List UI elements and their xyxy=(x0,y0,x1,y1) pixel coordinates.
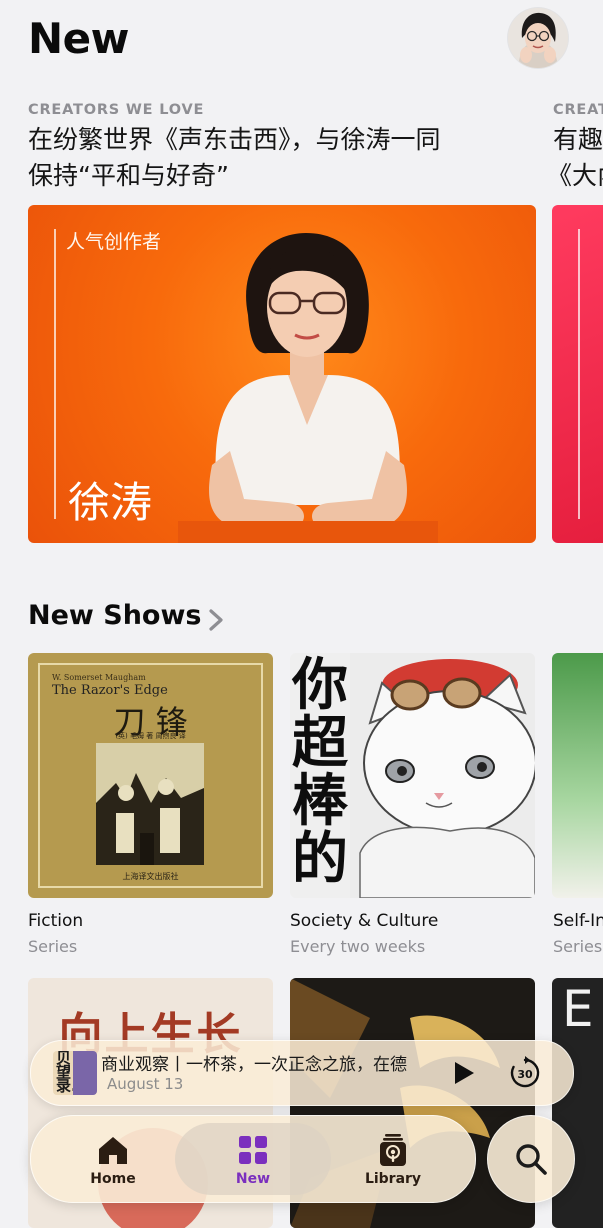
show-subtitle: Series xyxy=(553,937,603,956)
avatar-image xyxy=(508,8,568,68)
tab-label: New xyxy=(235,1171,271,1187)
player-episode-date: August 13 xyxy=(107,1075,184,1093)
section-title[interactable]: New Shows xyxy=(28,600,201,631)
cover-char: 棒 xyxy=(292,769,348,834)
show-title[interactable]: Society & Culture xyxy=(290,911,438,931)
featured-card[interactable]: 人气创作者 徐涛 xyxy=(28,205,536,543)
featured-title-line1[interactable]: 在纷繁世界《声东击西》，与徐涛一同 xyxy=(28,122,543,158)
tab-library[interactable]: Library xyxy=(323,1116,463,1202)
player-episode-title[interactable]: 商业观察丨一杯茶，一次正念之旅，在德 xyxy=(101,1050,457,1075)
show-title[interactable]: Self-In xyxy=(553,911,603,931)
card-tag: 人气创作者 xyxy=(66,231,162,253)
featured-title-2-line2[interactable]: 《大內 xyxy=(547,158,603,194)
show-subtitle: Series xyxy=(28,937,78,956)
player-artwork[interactable]: 贝 望 录. xyxy=(53,1051,97,1095)
tab-home[interactable]: Home xyxy=(43,1116,183,1202)
tab-bar: Home New Library xyxy=(30,1115,476,1203)
page-title: New xyxy=(28,14,129,63)
skip-seconds-label: 30 xyxy=(517,1068,533,1081)
tab-new[interactable]: New xyxy=(183,1116,323,1202)
skip-forward-30-icon[interactable]: 30 xyxy=(507,1055,543,1091)
card-creator-name: 徐涛 xyxy=(68,478,153,527)
tab-label: Library xyxy=(364,1171,422,1187)
cover-illustration xyxy=(96,743,204,865)
cover-author: W. Somerset Maugham xyxy=(52,673,146,682)
featured-eyebrow-2: CREAT xyxy=(553,102,603,118)
cat-illustration xyxy=(350,653,535,898)
featured-card-2[interactable] xyxy=(552,205,603,543)
creator-portrait xyxy=(178,233,438,543)
card-divider xyxy=(54,229,56,519)
grid-icon xyxy=(239,1136,267,1164)
show-tile-self-improvement[interactable] xyxy=(552,653,603,898)
show-tile-society-culture[interactable]: 你 超 棒 的 xyxy=(290,653,535,898)
chevron-right-icon[interactable] xyxy=(204,606,228,634)
featured-title-line2[interactable]: 保持“平和与好奇” xyxy=(28,158,543,194)
search-icon xyxy=(516,1144,547,1175)
show-subtitle: Every two weeks xyxy=(290,937,426,956)
cover-publisher: 上海译文出版社 xyxy=(122,872,179,881)
show-title[interactable]: Fiction xyxy=(28,911,83,931)
cover-letter: E xyxy=(562,980,594,1038)
search-button[interactable] xyxy=(487,1115,575,1203)
artwork-accent xyxy=(73,1051,97,1095)
featured-title-2-line1[interactable]: 有趣 xyxy=(553,122,603,158)
cover-credits: (英) 毛姆 著 周煦良 译 xyxy=(115,732,186,740)
show-tile-fiction[interactable]: W. Somerset Maugham The Razor's Edge 刀 锋… xyxy=(28,653,273,898)
avatar[interactable] xyxy=(508,8,568,68)
library-icon xyxy=(380,1134,406,1166)
cover-char: 你 xyxy=(292,653,348,718)
mini-player[interactable]: 贝 望 录. 商业观察丨一杯茶，一次正念之旅，在德 August 13 30 xyxy=(30,1040,574,1106)
play-icon[interactable] xyxy=(447,1057,479,1089)
tab-label: Home xyxy=(90,1171,136,1187)
cover-char: 的 xyxy=(292,827,348,892)
cover-char: 超 xyxy=(292,711,348,776)
home-icon xyxy=(99,1137,127,1164)
cover-vertical-text: 你 超 棒 的 xyxy=(292,657,348,889)
card-divider xyxy=(578,229,580,519)
featured-eyebrow: CREATORS WE LOVE xyxy=(28,102,205,118)
cover-en-title: The Razor's Edge xyxy=(52,683,168,698)
